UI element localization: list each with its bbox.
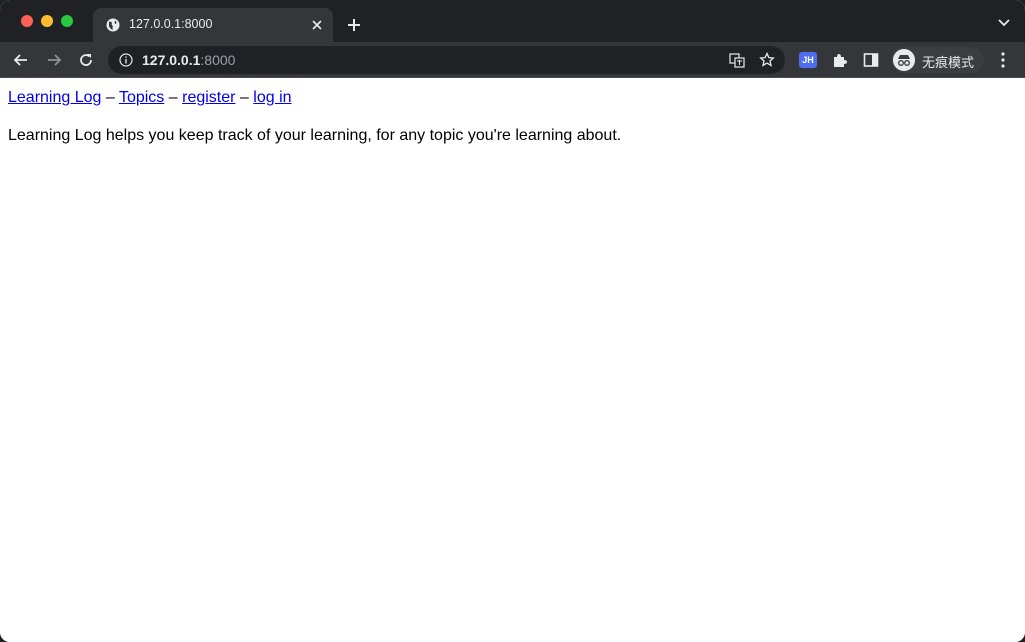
reload-icon[interactable] (77, 51, 95, 69)
translate-icon[interactable] (729, 52, 745, 68)
window-maximize-button[interactable] (61, 15, 73, 27)
nav-link-log-in[interactable]: log in (253, 89, 291, 106)
nav-link-topics[interactable]: Topics (119, 89, 164, 106)
browser-tab[interactable]: 127.0.0.1:8000 (93, 8, 333, 42)
window-close-button[interactable] (21, 15, 33, 27)
nav-separator: – (168, 89, 178, 106)
site-nav: Learning Log – Topics – register – log i… (8, 89, 292, 107)
back-arrow-icon[interactable] (12, 51, 30, 69)
nav-separator: – (105, 89, 115, 106)
jh-extension-icon[interactable]: JH (799, 52, 817, 68)
globe-icon (106, 18, 120, 32)
browser-window: 127.0.0.1:8000 127.0.0.1:8000 JH 无痕模式 Le… (0, 0, 1025, 642)
nav-link-register[interactable]: register (182, 89, 235, 106)
side-panel-icon[interactable] (863, 52, 879, 68)
close-tab-icon[interactable] (309, 17, 325, 33)
new-tab-icon[interactable] (345, 16, 363, 34)
intro-text: Learning Log helps you keep track of you… (8, 127, 622, 144)
more-menu-icon[interactable] (996, 51, 1010, 69)
info-icon[interactable] (119, 53, 133, 67)
incognito-label: 无痕模式 (922, 55, 975, 70)
address-bar[interactable]: 127.0.0.1:8000 (108, 46, 785, 74)
nav-separator: – (239, 89, 249, 106)
extensions-puzzle-icon[interactable] (831, 51, 849, 69)
incognito-icon (893, 49, 915, 71)
incognito-profile-button[interactable]: 无痕模式 (891, 47, 984, 73)
chevron-down-icon[interactable] (997, 18, 1011, 28)
page-content: Learning Log – Topics – register – log i… (0, 79, 1025, 642)
forward-arrow-icon[interactable] (45, 51, 63, 69)
bookmark-star-icon[interactable] (759, 52, 775, 68)
url-host: 127.0.0.1 (142, 52, 201, 68)
nav-link-learning-log[interactable]: Learning Log (8, 89, 101, 106)
url-text[interactable]: 127.0.0.1:8000 (142, 52, 235, 68)
tab-title: 127.0.0.1:8000 (129, 17, 213, 31)
window-minimize-button[interactable] (41, 15, 53, 27)
url-port: :8000 (200, 52, 236, 68)
tab-strip: 127.0.0.1:8000 (0, 0, 1025, 42)
